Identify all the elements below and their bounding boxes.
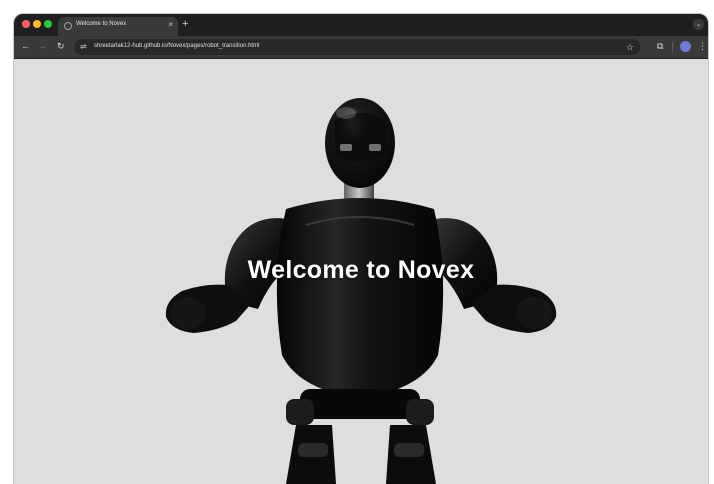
robot-pelvis <box>300 389 420 419</box>
robot-left-hand <box>170 297 206 329</box>
robot-left-eye <box>340 144 352 151</box>
close-window-button[interactable] <box>22 20 30 28</box>
back-arrow-icon[interactable]: ← <box>21 40 30 52</box>
browser-menu-icon[interactable]: ⋮ <box>698 40 707 52</box>
bookmark-star-icon[interactable]: ☆ <box>626 41 634 53</box>
page-heading: Welcome to Novex <box>247 256 475 284</box>
address-bar[interactable]: ⇌ shreetarlak12-hub.github.io/Novex/page… <box>74 39 640 55</box>
robot-torso <box>276 198 444 399</box>
maximize-window-button[interactable] <box>44 20 52 28</box>
new-tab-button[interactable]: + <box>182 18 188 30</box>
browser-window: Welcome to Novex × + ⌄ ← → ↻ ⇌ shreetarl… <box>14 14 708 484</box>
reload-icon[interactable]: ↻ <box>57 40 65 52</box>
tab-title: Welcome to Novex <box>76 21 127 27</box>
url-text[interactable]: shreetarlak12-hub.github.io/Novex/pages/… <box>94 43 259 49</box>
profile-avatar[interactable] <box>680 41 691 52</box>
robot-right-hand <box>516 297 552 329</box>
page-viewport: Welcome to Novex <box>14 59 708 484</box>
robot-right-eye <box>369 144 381 151</box>
tab-close-icon[interactable]: × <box>168 20 173 30</box>
globe-icon <box>64 22 72 30</box>
minimize-window-button[interactable] <box>33 20 41 28</box>
toolbar-divider <box>672 42 673 52</box>
tab-search-button[interactable]: ⌄ <box>693 19 704 30</box>
browser-toolbar: ← → ↻ ⇌ shreetarlak12-hub.github.io/Nove… <box>14 36 708 59</box>
site-info-icon[interactable]: ⇌ <box>80 41 87 53</box>
tab-welcome-to-novex[interactable]: Welcome to Novex × <box>58 17 178 36</box>
forward-arrow-icon[interactable]: → <box>38 40 47 52</box>
extensions-icon[interactable]: ⧉ <box>657 40 663 52</box>
tab-strip: Welcome to Novex × + ⌄ <box>14 14 708 36</box>
